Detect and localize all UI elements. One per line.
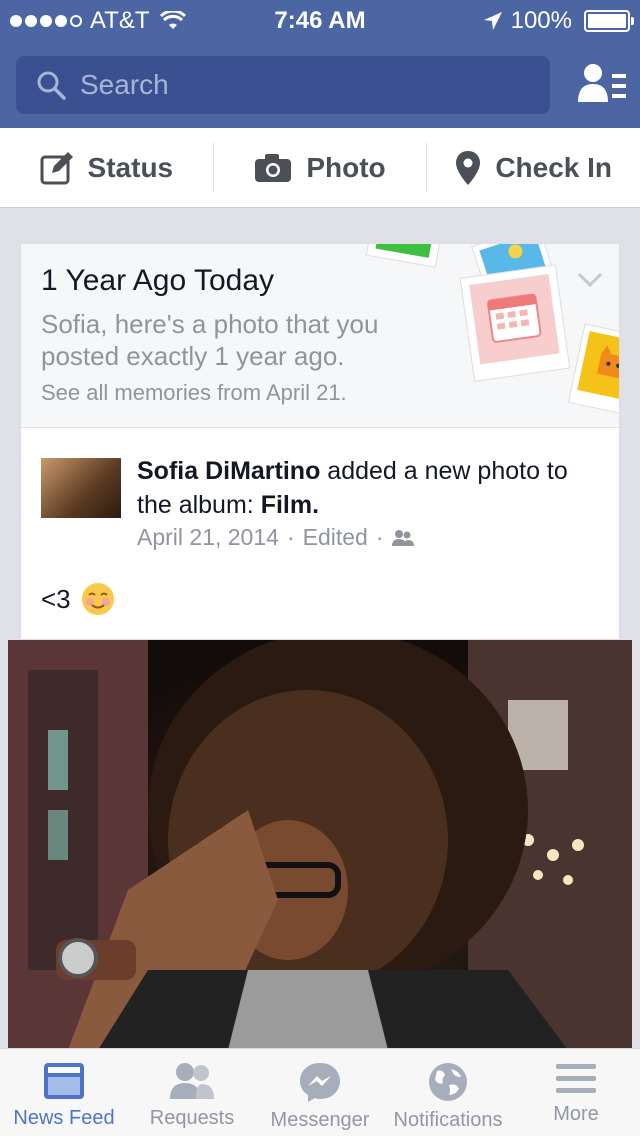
smiling-face-icon bbox=[81, 583, 114, 615]
search-bar[interactable] bbox=[16, 56, 550, 114]
memory-card: 1 Year Ago Today Sofia, here's a photo t… bbox=[20, 243, 620, 640]
status-bar: AT&T 7:46 AM 100% bbox=[0, 0, 640, 40]
post-author[interactable]: Sofia DiMartino bbox=[137, 457, 320, 485]
status-right: 100% bbox=[483, 7, 634, 35]
tab-news-feed[interactable]: News Feed bbox=[0, 1049, 128, 1136]
requests-icon bbox=[170, 1063, 214, 1099]
tab-label: News Feed bbox=[13, 1107, 115, 1129]
battery-percent: 100% bbox=[510, 7, 572, 34]
post-headline: Sofia DiMartino added a new photo to the… bbox=[137, 454, 607, 522]
memory-header[interactable]: 1 Year Ago Today Sofia, here's a photo t… bbox=[21, 244, 619, 428]
tab-label: Notifications bbox=[393, 1109, 503, 1131]
battery-icon bbox=[584, 10, 634, 32]
memories-link[interactable]: See all memories from April 21. bbox=[41, 380, 347, 406]
friends-privacy-icon[interactable] bbox=[391, 529, 414, 547]
post-body: <3 bbox=[41, 582, 115, 616]
search-input[interactable] bbox=[80, 69, 520, 101]
status-label: Status bbox=[87, 151, 174, 183]
edited-label[interactable]: Edited bbox=[303, 524, 368, 551]
meta-separator: · bbox=[286, 524, 295, 550]
globe-icon bbox=[429, 1063, 467, 1101]
meta-separator: · bbox=[375, 524, 384, 550]
tab-label: More bbox=[553, 1103, 599, 1125]
check-in-button[interactable]: Check In bbox=[427, 128, 640, 207]
tab-label: Messenger bbox=[270, 1109, 370, 1131]
photo-scene bbox=[8, 640, 632, 1050]
avatar[interactable] bbox=[41, 458, 121, 518]
location-pin-icon bbox=[456, 150, 481, 185]
tab-more[interactable]: More bbox=[512, 1049, 640, 1136]
friends-list-icon[interactable] bbox=[576, 62, 628, 106]
tab-notifications[interactable]: Notifications bbox=[384, 1049, 512, 1136]
status-button[interactable]: Status bbox=[0, 128, 213, 207]
tab-bar: News Feed Requests Messenger Notificatio… bbox=[0, 1048, 640, 1136]
search-icon bbox=[37, 71, 66, 100]
news-feed-icon bbox=[44, 1063, 84, 1099]
tab-messenger[interactable]: Messenger bbox=[256, 1049, 384, 1136]
photo-button[interactable]: Photo bbox=[214, 128, 427, 207]
tab-requests[interactable]: Requests bbox=[128, 1049, 256, 1136]
messenger-icon bbox=[300, 1063, 340, 1102]
post-text: <3 bbox=[41, 583, 71, 614]
album-link[interactable]: Film. bbox=[261, 491, 319, 519]
camera-icon bbox=[255, 153, 292, 182]
chevron-down-icon[interactable] bbox=[577, 272, 603, 288]
post-photo[interactable] bbox=[8, 640, 632, 1050]
menu-icon bbox=[556, 1064, 596, 1093]
composer-bar: Status Photo Check In bbox=[0, 128, 640, 208]
post-date[interactable]: April 21, 2014 bbox=[137, 524, 279, 551]
edit-icon bbox=[40, 151, 73, 184]
photo-label: Photo bbox=[306, 151, 386, 183]
location-arrow-icon bbox=[483, 12, 502, 30]
post-meta: April 21, 2014 · Edited · bbox=[137, 524, 414, 551]
tab-label: Requests bbox=[149, 1107, 235, 1129]
check-in-label: Check In bbox=[495, 151, 613, 183]
memory-title: 1 Year Ago Today bbox=[41, 264, 274, 297]
navigation-bar: AT&T 7:46 AM 100% bbox=[0, 0, 640, 128]
